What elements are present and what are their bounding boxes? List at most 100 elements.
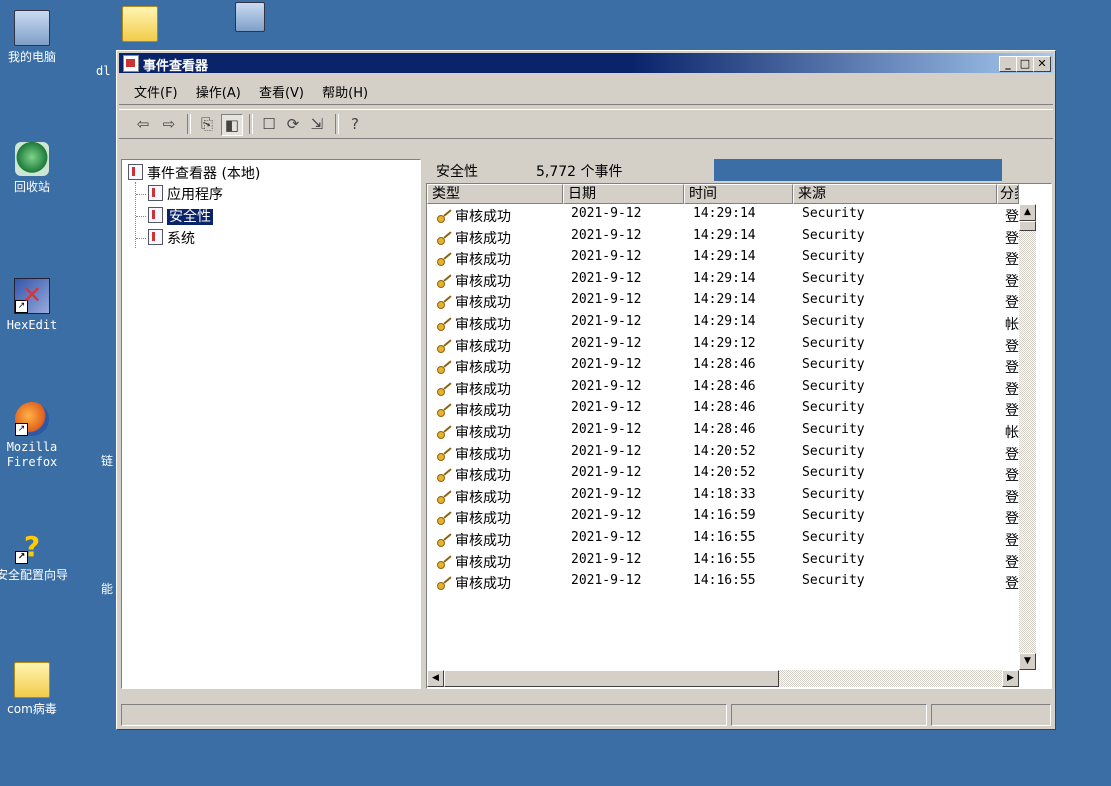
help-icon[interactable]: ? [345, 114, 365, 134]
column-header-date[interactable]: 日期 [563, 184, 684, 204]
type-text: 审核成功 [455, 273, 511, 290]
table-row[interactable]: 审核成功 2021-9-12 14:29:14 Security 登录 [427, 269, 1019, 291]
tree-item-system[interactable]: 系统 [148, 229, 195, 247]
back-arrow-icon[interactable]: ⇦ [133, 114, 153, 134]
shortcut-arrow-icon: ↗ [15, 551, 28, 564]
horizontal-scrollbar[interactable]: ◀ ▶ [427, 670, 1019, 687]
desktop-icon-my-computer[interactable]: 我的电脑 [0, 10, 80, 65]
type-text: 审核成功 [455, 576, 511, 593]
menu-file[interactable]: 文件(F) [127, 76, 185, 107]
source-cell: Security [802, 529, 865, 545]
desktop-icon-folder[interactable] [110, 6, 170, 46]
date-cell: 2021-9-12 [571, 270, 642, 286]
title-bar[interactable]: 事件查看器 _ □ ✕ [119, 53, 1053, 74]
show-hide-tree-icon[interactable]: ◧ [221, 114, 243, 136]
toolbar-separator [335, 114, 339, 134]
date-cell: 2021-9-12 [571, 400, 642, 416]
table-row[interactable]: 审核成功 2021-9-12 14:29:14 Security 登录 [427, 247, 1019, 269]
date-cell: 2021-9-12 [571, 551, 642, 567]
table-row[interactable]: 审核成功 2021-9-12 14:28:46 Security 帐户 [427, 420, 1019, 442]
type-cell: 审核成功 [437, 422, 511, 442]
desktop-icon-firefox[interactable]: ↗ Mozilla Firefox [0, 402, 80, 470]
type-text: 审核成功 [455, 295, 511, 312]
recycle-bin-icon [15, 142, 49, 176]
menu-action[interactable]: 操作(A) [189, 76, 248, 107]
type-cell: 审核成功 [437, 228, 511, 248]
table-row[interactable]: 审核成功 2021-9-12 14:16:55 Security 登录 [427, 550, 1019, 572]
table-row[interactable]: 审核成功 2021-9-12 14:29:14 Security 登录 [427, 290, 1019, 312]
column-header-source[interactable]: 来源 [793, 184, 997, 204]
desktop-icon-label: com病毒 [7, 702, 57, 716]
source-cell: Security [802, 465, 865, 481]
desktop-icon-label: Mozilla Firefox [6, 440, 58, 469]
type-cell: 审核成功 [437, 206, 511, 226]
refresh-icon[interactable]: ⟳ [283, 114, 303, 134]
table-row[interactable]: 审核成功 2021-9-12 14:29:12 Security 登录 [427, 334, 1019, 356]
category-cell: 登录 [1005, 554, 1019, 571]
type-text: 审核成功 [455, 381, 511, 398]
type-text: 审核成功 [455, 252, 511, 269]
category-cell: 登录 [1005, 338, 1019, 355]
table-row[interactable]: 审核成功 2021-9-12 14:29:14 Security 登录 [427, 226, 1019, 248]
table-row[interactable]: 审核成功 2021-9-12 14:20:52 Security 登录 [427, 463, 1019, 485]
time-cell: 14:29:14 [693, 292, 756, 308]
desktop-icon-network[interactable] [220, 2, 280, 36]
table-row[interactable]: 审核成功 2021-9-12 14:16:59 Security 登录 [427, 506, 1019, 528]
scroll-down-button[interactable]: ▼ [1019, 653, 1036, 670]
desktop-icon-security-wizard[interactable]: ? ↗ 安全配置向导 [0, 530, 80, 583]
status-panel [731, 704, 927, 726]
source-cell: Security [802, 335, 865, 351]
menu-view[interactable]: 查看(V) [252, 76, 311, 107]
hexedit-icon: ↗ [14, 278, 50, 314]
tree-item-application[interactable]: 应用程序 [148, 185, 223, 203]
type-cell: 审核成功 [437, 465, 511, 485]
scroll-thumb[interactable] [1019, 221, 1036, 231]
table-row[interactable]: 审核成功 2021-9-12 14:28:46 Security 登录 [427, 355, 1019, 377]
audit-key-icon [437, 209, 453, 223]
audit-key-icon [437, 295, 453, 310]
tree-connector [136, 216, 146, 217]
scroll-right-button[interactable]: ▶ [1002, 670, 1019, 687]
close-button[interactable]: ✕ [1033, 56, 1051, 72]
column-header-time[interactable]: 时间 [684, 184, 793, 204]
table-row[interactable]: 审核成功 2021-9-12 14:28:46 Security 登录 [427, 377, 1019, 399]
time-cell: 14:16:59 [693, 508, 756, 524]
type-text: 审核成功 [455, 316, 511, 333]
desktop-icon-com-virus[interactable]: com病毒 [0, 662, 80, 717]
column-header-type[interactable]: 类型 [427, 184, 563, 204]
vertical-scrollbar[interactable]: ▲ ▼ [1019, 204, 1036, 670]
source-cell: Security [802, 249, 865, 265]
table-row[interactable]: 审核成功 2021-9-12 14:29:14 Security 帐户 [427, 312, 1019, 334]
scroll-left-button[interactable]: ◀ [427, 670, 444, 687]
scroll-thumb[interactable] [444, 670, 779, 687]
properties-icon[interactable]: ☐ [259, 114, 279, 134]
minimize-button[interactable]: _ [999, 56, 1017, 72]
up-folder-icon[interactable]: ⎘ [197, 114, 217, 134]
menu-help[interactable]: 帮助(H) [315, 76, 375, 107]
type-text: 审核成功 [455, 360, 511, 377]
type-text: 审核成功 [455, 511, 511, 528]
tree-item-security[interactable]: 安全性 [148, 207, 213, 225]
export-list-icon[interactable]: ⇲ [307, 114, 327, 134]
scroll-up-button[interactable]: ▲ [1019, 204, 1036, 221]
table-row[interactable]: 审核成功 2021-9-12 14:29:14 Security 登录 [427, 204, 1019, 226]
desktop-icon-hexedit[interactable]: ↗ HexEdit [0, 278, 80, 333]
table-row[interactable]: 审核成功 2021-9-12 14:16:55 Security 登录 [427, 528, 1019, 550]
maximize-button[interactable]: □ [1016, 56, 1034, 72]
type-text: 审核成功 [455, 338, 511, 355]
column-header-category[interactable]: 分类 [997, 184, 1019, 204]
desktop-icon-recycle-bin[interactable]: 回收站 [0, 142, 80, 195]
forward-arrow-icon[interactable]: ⇨ [159, 114, 179, 134]
audit-key-icon [437, 576, 453, 591]
audit-key-icon [437, 425, 453, 439]
wizard-question-icon: ? ↗ [15, 530, 49, 564]
table-row[interactable]: 审核成功 2021-9-12 14:18:33 Security 登录 [427, 485, 1019, 507]
time-cell: 14:29:14 [693, 227, 756, 243]
type-text: 审核成功 [455, 532, 511, 549]
table-row[interactable]: 审核成功 2021-9-12 14:16:55 Security 登录 [427, 571, 1019, 593]
table-row[interactable]: 审核成功 2021-9-12 14:28:46 Security 登录 [427, 398, 1019, 420]
type-cell: 审核成功 [437, 357, 511, 377]
tree-root[interactable]: 事件查看器 (本地) [128, 164, 260, 182]
type-text: 审核成功 [455, 403, 511, 420]
table-row[interactable]: 审核成功 2021-9-12 14:20:52 Security 登录 [427, 442, 1019, 464]
